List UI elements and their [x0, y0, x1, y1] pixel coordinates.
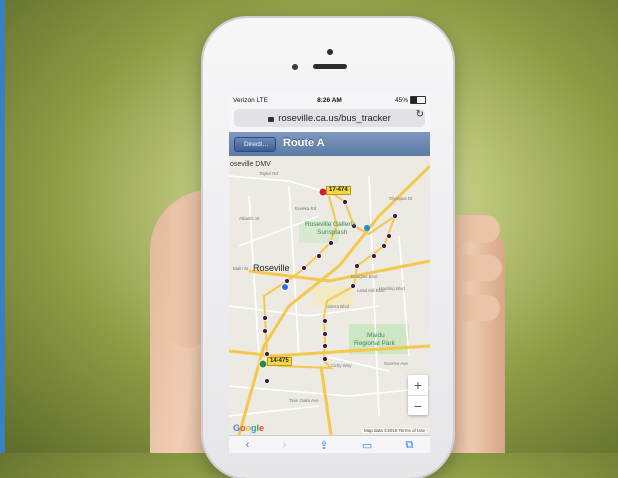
- route-stop[interactable]: [381, 243, 387, 249]
- map-label-twin-oaks: Twin Oaks Ave: [289, 398, 319, 403]
- map-label-atlantic: Atlantic St: [239, 216, 260, 221]
- map-label-galleria: Roseville Galleria: [305, 221, 356, 228]
- phone-screen: Verizon LTE 8:26 AM 45% roseville.ca.us/…: [229, 93, 430, 453]
- route-stop[interactable]: [392, 213, 398, 219]
- zoom-in-button[interactable]: +: [408, 375, 428, 396]
- bus-ok-icon[interactable]: [258, 359, 268, 369]
- app-nav-bar: Directi… Route A: [229, 132, 430, 157]
- battery-percent: 45%: [394, 96, 408, 104]
- browser-header: roseville.ca.us/bus_tracker ↻: [229, 107, 430, 132]
- location-pin-icon[interactable]: [281, 283, 289, 291]
- map-label-maidu: Maidu: [367, 332, 385, 339]
- route-stop[interactable]: [342, 199, 348, 205]
- map-label-taylor: Taylor Rd: [259, 171, 279, 176]
- battery-icon: [410, 96, 426, 104]
- route-stop[interactable]: [322, 356, 328, 362]
- bus-label-17-474[interactable]: 17-474: [326, 186, 351, 195]
- page-title: Route A: [283, 137, 325, 149]
- lock-icon: [268, 116, 275, 122]
- map-label-sunsplash: Sunsplash: [317, 229, 348, 236]
- route-stop[interactable]: [301, 265, 307, 271]
- route-stop[interactable]: [328, 240, 334, 246]
- map-label-roseville: Roseville: [253, 263, 290, 273]
- front-camera: [327, 49, 333, 55]
- route-stop[interactable]: [264, 351, 270, 357]
- google-logo: Google: [233, 423, 264, 433]
- reload-icon[interactable]: ↻: [416, 109, 424, 120]
- back-icon[interactable]: ‹: [246, 439, 250, 451]
- directions-back-button[interactable]: Directi…: [234, 137, 276, 152]
- google-logo-text: Google: [233, 423, 264, 433]
- route-stop[interactable]: [386, 233, 392, 239]
- map-label-eureka: Eureka Rd: [295, 206, 317, 211]
- route-stop[interactable]: [262, 315, 268, 321]
- route-stop[interactable]: [322, 318, 328, 324]
- status-bar: Verizon LTE 8:26 AM 45%: [229, 93, 430, 107]
- url-text: roseville.ca.us/bus_tracker: [278, 112, 391, 124]
- forward-icon[interactable]: ›: [283, 439, 287, 451]
- route-stop[interactable]: [264, 378, 270, 384]
- poi-icon: [364, 225, 370, 231]
- map-label-sierra: Sierra Blvd: [327, 304, 350, 309]
- zoom-control: + −: [408, 375, 428, 415]
- bookmarks-icon[interactable]: ▭: [362, 439, 372, 452]
- map-label-douglas: Douglas Blvd: [351, 274, 378, 279]
- map-attribution[interactable]: Map data ©2019 Terms of Use: [361, 428, 427, 433]
- address-bar[interactable]: roseville.ca.us/bus_tracker: [234, 109, 425, 127]
- route-stop[interactable]: [322, 331, 328, 337]
- map-label-main-st: Main St: [233, 266, 249, 271]
- bus-label-14-475[interactable]: 14-475: [267, 357, 292, 366]
- map-label-regional-park: Regional Park: [354, 340, 395, 347]
- route-stop[interactable]: [350, 283, 356, 289]
- status-right: 45%: [395, 96, 426, 104]
- route-stop[interactable]: [316, 253, 322, 259]
- route-stop[interactable]: [322, 343, 328, 349]
- map-label-dmv: oseville DMV: [230, 161, 271, 168]
- browser-toolbar: ‹ › ⇪ ▭ ⧉: [229, 435, 430, 453]
- route-stop[interactable]: [371, 253, 377, 259]
- tabs-icon[interactable]: ⧉: [406, 439, 414, 452]
- route-stop[interactable]: [354, 263, 360, 269]
- route-stop[interactable]: [284, 278, 290, 284]
- earpiece-speaker: [313, 64, 347, 69]
- share-icon[interactable]: ⇪: [319, 439, 328, 452]
- map-label-harding: Harding Blvd: [379, 286, 405, 291]
- map-label-olympus: Olympus Dr: [389, 196, 413, 201]
- map-label-sunrise: Sunrise Ave: [384, 361, 408, 366]
- map-label-cirby: Cirby Way: [331, 363, 352, 368]
- left-border: [0, 0, 5, 453]
- route-map[interactable]: oseville DMV Roseville Roseville Galleri…: [229, 156, 430, 435]
- route-stop[interactable]: [262, 328, 268, 334]
- zoom-out-button[interactable]: −: [408, 396, 428, 416]
- sensor: [292, 64, 298, 70]
